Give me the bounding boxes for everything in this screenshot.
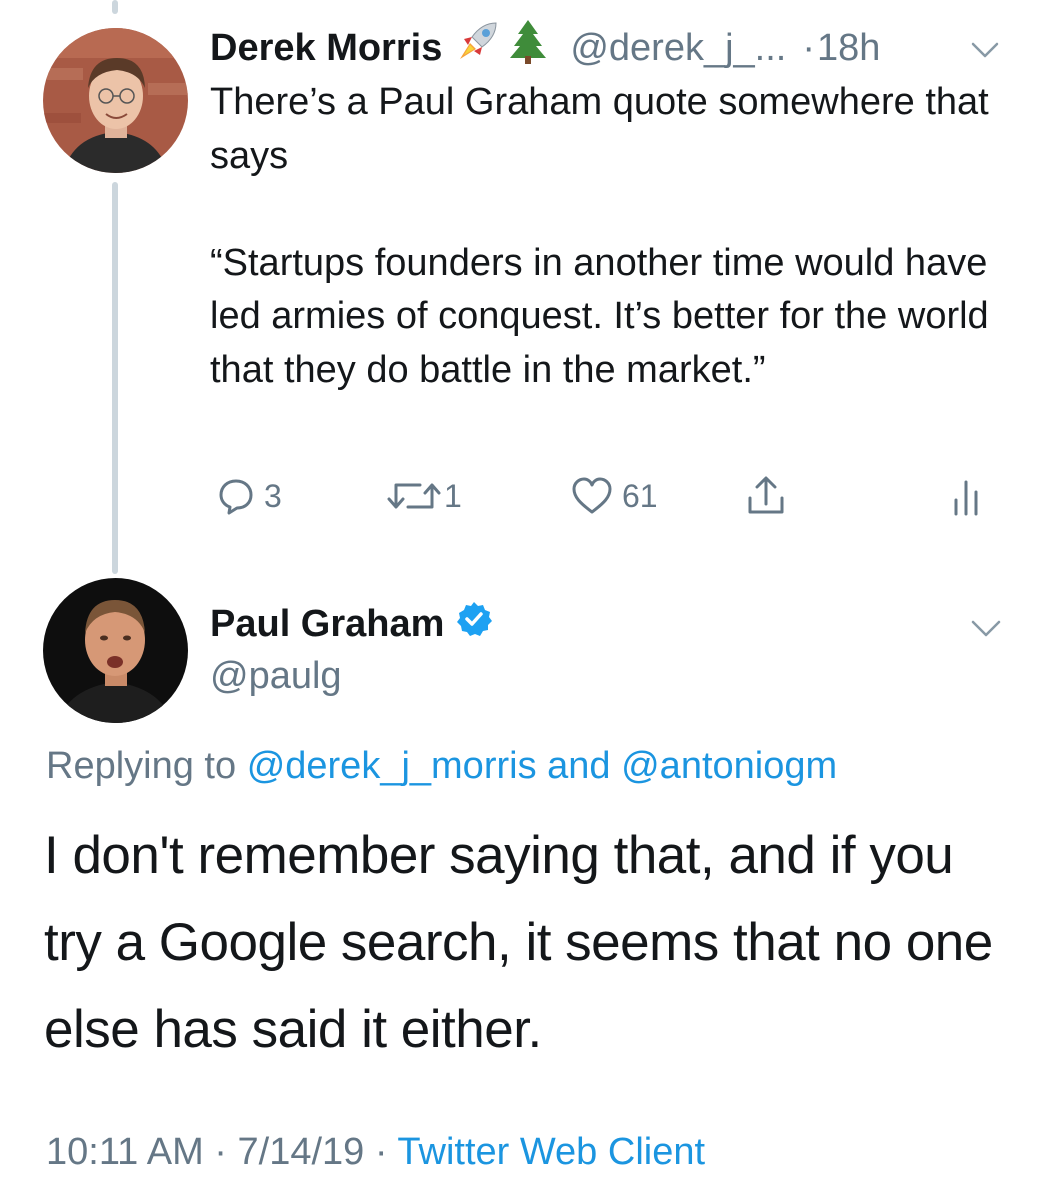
reply-icon [219,479,253,515]
reply-button[interactable]: 3 [216,472,282,520]
evergreen-tree-emoji [508,18,548,78]
like-icon [572,477,612,514]
tweet2-text: I don't remember saying that, and if you… [44,826,993,1059]
paul-graham-avatar[interactable] [43,578,188,723]
retweet-count: 1 [444,477,462,514]
replying-prefix: Replying to [46,745,237,787]
tweet2-handle[interactable]: @paulg [210,650,342,702]
like-button[interactable]: 61 [570,472,658,520]
share-button[interactable] [744,472,788,520]
meta-separator: · [214,1131,227,1173]
like-count: 61 [622,477,658,514]
tweet1-handle[interactable]: @derek_j_... [570,22,786,74]
tweet2-client-link[interactable]: Twitter Web Client [397,1131,705,1173]
chevron-down-icon[interactable] [970,616,1002,642]
tweet2-time[interactable]: 10:11 AM [46,1131,204,1173]
tweet1-header: Derek Morris @derek_j_... · 18h [210,19,880,77]
tweet1-text: There’s a Paul Graham quote somewhere th… [210,81,989,391]
rocket-emoji [456,19,500,77]
analytics-icon [954,480,978,516]
tweet1-time-separator: · [802,27,815,69]
share-icon [748,476,784,514]
replying-to-line: Replying to @derek_j_morris and @antonio… [46,740,837,792]
verified-badge-icon [456,601,493,647]
tweet2-date[interactable]: 7/14/19 [238,1131,365,1173]
thread-line-top [112,0,118,14]
tweet1-display-name[interactable]: Derek Morris [210,22,442,74]
reply-mention-derek[interactable]: @derek_j_morris [247,745,537,787]
derek-morris-avatar[interactable] [43,28,188,173]
tweet2-header: Paul Graham [210,598,493,650]
thread-line-connector [112,182,118,574]
tweet2-metadata: 10:11 AM · 7/14/19 · Twitter Web Client [46,1126,705,1178]
analytics-button[interactable] [950,472,986,520]
tweet2-display-name[interactable]: Paul Graham [210,603,444,646]
reply-mention-antonio[interactable]: @antoniogm [621,745,837,787]
tweet1-action-bar: 3 1 61 [210,472,1010,520]
meta-separator: · [374,1131,388,1173]
chevron-down-icon[interactable] [970,38,1000,62]
retweet-icon [387,483,441,509]
tweet1-time[interactable]: 18h [817,22,880,74]
reply-count: 3 [264,477,282,514]
reply-mention-and[interactable]: and [547,745,610,787]
retweet-button[interactable]: 1 [386,472,462,520]
